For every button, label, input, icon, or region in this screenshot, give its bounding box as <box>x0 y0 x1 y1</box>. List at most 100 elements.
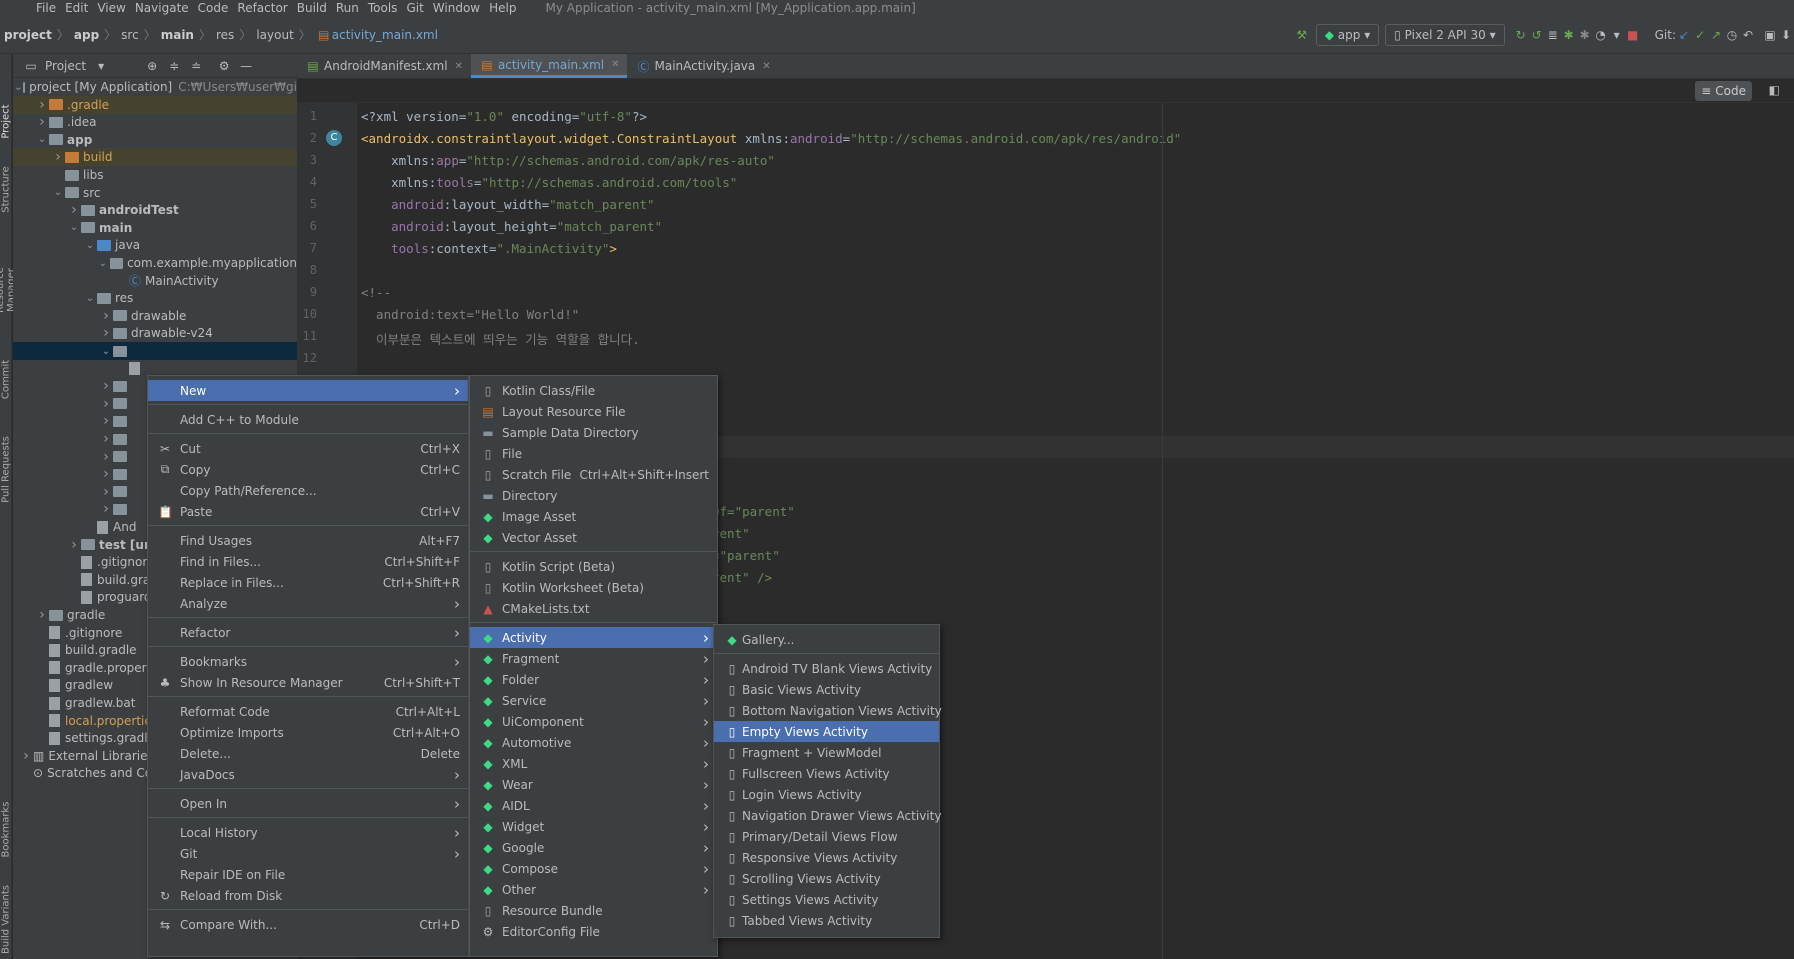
menu-refactor[interactable]: Refactor <box>237 1 287 15</box>
tree-item[interactable]: › .gradle <box>13 95 297 114</box>
breadcrumb-item[interactable]: src <box>121 28 139 42</box>
menu-item[interactable]: Bookmarks › <box>148 651 468 672</box>
menu-item[interactable]: 📋 Paste Ctrl+V <box>148 501 468 522</box>
chevron-down-icon[interactable]: ⌄ <box>51 187 65 198</box>
menu-item[interactable]: ▯ Scrolling Views Activity <box>714 868 939 889</box>
chevron-right-icon[interactable]: › <box>99 484 113 500</box>
menu-item[interactable]: ◆ XML › <box>470 753 717 774</box>
menu-help[interactable]: Help <box>489 1 516 15</box>
tree-item[interactable]: ⌄ project [My Application] C:₩Users₩user₩g… <box>13 78 297 96</box>
menu-item[interactable]: ▯ Scratch File Ctrl+Alt+Shift+Insert <box>470 464 717 485</box>
chevron-right-icon[interactable]: › <box>67 537 81 553</box>
chevron-right-icon[interactable]: › <box>99 378 113 394</box>
menu-item[interactable]: ◆ Other › <box>470 879 717 900</box>
menu-item[interactable]: ♣ Show In Resource Manager Ctrl+Shift+T <box>148 672 468 693</box>
menu-view[interactable]: View <box>97 1 125 15</box>
menu-item[interactable]: ⇆ Compare With... Ctrl+D <box>148 914 468 935</box>
menu-item[interactable]: ⚙ EditorConfig File <box>470 921 717 942</box>
tree-item[interactable]: ⌄ app <box>13 131 297 149</box>
menu-item[interactable]: ▯ Basic Views Activity <box>714 679 939 700</box>
split-view-icon[interactable]: ◧ <box>1769 83 1780 97</box>
chevron-down-icon[interactable]: ▾ <box>98 59 104 73</box>
menu-item[interactable]: Analyze › <box>148 593 468 614</box>
expand-all-icon[interactable]: ≑ <box>166 59 182 73</box>
menu-item[interactable]: ◆ Activity › <box>470 627 717 648</box>
chevron-right-icon[interactable]: › <box>99 396 113 412</box>
attach-debugger-icon[interactable]: ✱ <box>1577 28 1593 42</box>
tree-item[interactable]: libs <box>13 166 297 184</box>
run-config-select[interactable]: ◆ app ▾ <box>1315 23 1380 46</box>
menu-item[interactable]: ▯ Bottom Navigation Views Activity <box>714 700 942 721</box>
breadcrumb-item[interactable]: app <box>74 28 99 42</box>
profile-icon[interactable]: ◔ <box>1593 28 1609 42</box>
menu-tools[interactable]: Tools <box>368 1 398 15</box>
menu-item[interactable]: ▯ Kotlin Class/File <box>470 380 717 401</box>
chevron-right-icon[interactable]: › <box>99 308 113 324</box>
menu-item[interactable]: ◆ Image Asset <box>470 506 717 527</box>
breadcrumb-item[interactable]: res <box>216 28 234 42</box>
menu-item[interactable]: ▯ File <box>470 443 717 464</box>
menu-item[interactable]: Copy Path/Reference... <box>148 480 468 501</box>
menu-item[interactable]: ◆ UiComponent › <box>470 711 717 732</box>
hide-icon[interactable]: — <box>238 59 254 73</box>
menu-item[interactable]: Add C++ to Module <box>148 409 468 430</box>
chevron-down-icon[interactable]: ⌄ <box>83 240 97 251</box>
menu-item[interactable]: ◆ Fragment › <box>470 648 717 669</box>
menu-item[interactable]: ◆ Compose › <box>470 858 717 879</box>
menu-item[interactable]: Open In › <box>148 793 468 814</box>
tree-item[interactable]: ⌄ com.example.myapplication <box>13 254 297 272</box>
menu-item[interactable]: ◆ Service › <box>470 690 717 711</box>
menu-item[interactable]: Replace in Files... Ctrl+Shift+R <box>148 572 468 593</box>
menu-item[interactable]: Delete... Delete <box>148 743 468 764</box>
device-manager-icon[interactable]: ▣ <box>1762 28 1778 42</box>
breadcrumb-item[interactable]: activity_main.xml <box>332 28 438 42</box>
menu-item[interactable]: ▯ Tabbed Views Activity <box>714 910 939 931</box>
menu-item[interactable]: ↻ Reload from Disk <box>148 885 468 906</box>
tree-item[interactable]: ⌄ java <box>13 236 297 254</box>
menu-file[interactable]: File <box>36 1 56 15</box>
menu-item[interactable]: ▯ Kotlin Worksheet (Beta) <box>470 577 717 598</box>
chevron-down-icon[interactable]: ⌄ <box>99 346 113 357</box>
menu-item[interactable]: ▬ Directory <box>470 485 717 506</box>
chevron-right-icon[interactable]: › <box>51 149 65 165</box>
menu-edit[interactable]: Edit <box>65 1 88 15</box>
menu-item[interactable]: ▯ Responsive Views Activity <box>714 847 939 868</box>
menu-code[interactable]: Code <box>198 1 229 15</box>
menu-item[interactable]: Repair IDE on File <box>148 864 468 885</box>
collapse-all-icon[interactable]: ≐ <box>188 59 204 73</box>
chevron-right-icon[interactable]: › <box>99 466 113 482</box>
tree-item[interactable]: ⌄ <box>13 342 297 360</box>
menu-item[interactable]: ◆ Vector Asset <box>470 527 717 548</box>
gear-icon[interactable]: ⚙ <box>216 59 232 73</box>
menu-item[interactable]: ▯ Android TV Blank Views Activity <box>714 658 939 679</box>
menu-item[interactable]: ◆ Widget › <box>470 816 717 837</box>
rollback-icon[interactable]: ↶ <box>1740 28 1756 42</box>
menu-item[interactable]: ◆ Automotive › <box>470 732 717 753</box>
project-view-select[interactable]: Project <box>45 59 86 73</box>
git-commit-icon[interactable]: ✓ <box>1692 28 1708 42</box>
tree-item[interactable]: › drawable-v24 <box>13 324 297 342</box>
breadcrumb-item[interactable]: main <box>161 28 194 42</box>
menu-run[interactable]: Run <box>336 1 359 15</box>
menu-item[interactable]: ✂ Cut Ctrl+X <box>148 438 468 459</box>
menu-git[interactable]: Git <box>406 1 423 15</box>
chevron-right-icon[interactable]: › <box>99 325 113 341</box>
editor-tab[interactable]: Ⓒ MainActivity.java ✕ <box>627 54 778 78</box>
menu-item[interactable]: Find in Files... Ctrl+Shift+F <box>148 551 468 572</box>
tree-item[interactable]: › androidTest <box>13 201 297 219</box>
menu-item[interactable]: Optimize Imports Ctrl+Alt+O <box>148 722 468 743</box>
menu-item[interactable]: ▯ Empty Views Activity <box>714 721 939 742</box>
menu-item[interactable]: Git › <box>148 843 468 864</box>
chevron-right-icon[interactable]: › <box>99 431 113 447</box>
tree-item[interactable]: ⌄ main <box>13 219 297 237</box>
menu-item[interactable]: Find Usages Alt+F7 <box>148 530 468 551</box>
commit-tool-tab[interactable]: Commit <box>1 344 12 416</box>
menu-item[interactable]: ▯ Kotlin Script (Beta) <box>470 556 717 577</box>
locate-icon[interactable]: ⊕ <box>144 59 160 73</box>
menu-item[interactable]: ▤ Layout Resource File <box>470 401 717 422</box>
chevron-down-icon[interactable]: ⌄ <box>83 293 97 304</box>
bookmarks-tool-tab[interactable]: Bookmarks <box>1 794 12 866</box>
menu-item[interactable]: Local History › <box>148 822 468 843</box>
menu-item[interactable]: Refactor › <box>148 622 468 643</box>
sdk-manager-icon[interactable]: ⬇ <box>1778 28 1794 42</box>
